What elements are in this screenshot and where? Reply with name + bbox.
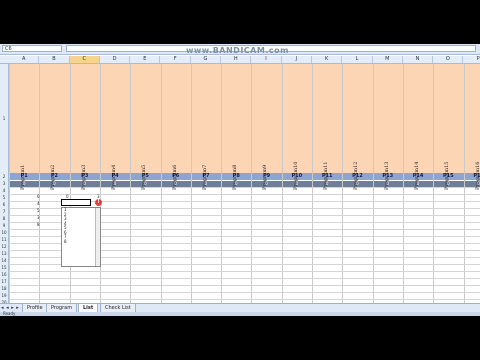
column-header-o[interactable]: O: [433, 56, 464, 63]
program-code-16[interactable]: P16: [464, 173, 480, 180]
row-header-19[interactable]: 19: [0, 292, 9, 299]
zero-value-15[interactable]: 0: [433, 181, 463, 187]
column-header-a[interactable]: A: [9, 56, 40, 63]
cell-a9[interactable]: 8: [37, 222, 40, 227]
column-header-row: ABCDEFGHIJKLMNOP: [0, 56, 480, 64]
zero-value-7[interactable]: 0: [191, 181, 221, 187]
grid-row-line: [9, 187, 480, 188]
program-code-3[interactable]: P3: [70, 173, 100, 180]
program-code-11[interactable]: P11: [312, 173, 342, 180]
zero-value-11[interactable]: 0: [312, 181, 342, 187]
row-header-1[interactable]: 1: [0, 64, 9, 173]
zero-value-4[interactable]: 0: [100, 181, 130, 187]
zero-value-16[interactable]: 0: [464, 181, 480, 187]
name-box[interactable]: C6: [2, 45, 62, 52]
column-header-e[interactable]: E: [130, 56, 161, 63]
grid-row-line: [9, 194, 480, 195]
row-header-16[interactable]: 16: [0, 271, 9, 278]
grid-row-line: [9, 278, 480, 279]
grid-row-line: [9, 271, 480, 272]
program-code-4[interactable]: P4: [100, 173, 130, 180]
zero-value-9[interactable]: 0: [251, 181, 281, 187]
program-code-9[interactable]: P9: [251, 173, 281, 180]
column-header-l[interactable]: L: [342, 56, 373, 63]
zero-value-6[interactable]: 0: [161, 181, 191, 187]
row-header-9[interactable]: 9: [0, 222, 9, 229]
cell-a7[interactable]: 5: [37, 208, 40, 213]
formula-bar: C6 www.BANDICAM.com: [0, 44, 480, 55]
row-header-14[interactable]: 14: [0, 257, 9, 264]
column-header-g[interactable]: G: [191, 56, 222, 63]
row-header-11[interactable]: 11: [0, 236, 9, 243]
row-header-7[interactable]: 7: [0, 208, 9, 215]
column-header-c[interactable]: C: [69, 56, 100, 63]
program-code-8[interactable]: P8: [221, 173, 251, 180]
zero-value-5[interactable]: 0: [130, 181, 160, 187]
status-text: Ready: [3, 311, 16, 316]
column-header-d[interactable]: D: [100, 56, 131, 63]
column-header-n[interactable]: N: [403, 56, 434, 63]
row-header-13[interactable]: 13: [0, 250, 9, 257]
column-header-i[interactable]: I: [251, 56, 282, 63]
validation-dropdown[interactable]: 12345678: [61, 207, 101, 267]
program-code-15[interactable]: P15: [433, 173, 463, 180]
zero-value-2[interactable]: 0: [39, 181, 69, 187]
program-code-12[interactable]: P12: [342, 173, 372, 180]
cell-a5[interactable]: 6: [37, 194, 40, 199]
excel-window: C6 www.BANDICAM.com ABCDEFGHIJKLMNOP 123…: [0, 44, 480, 316]
column-header-b[interactable]: B: [39, 56, 70, 63]
column-header-h[interactable]: H: [221, 56, 252, 63]
row-header-2[interactable]: 2: [0, 173, 9, 181]
cell-a6[interactable]: 4: [37, 201, 40, 206]
bandicam-watermark: www.BANDICAM.com: [186, 46, 289, 55]
column-header-j[interactable]: J: [282, 56, 312, 63]
row-header-6[interactable]: 6: [0, 201, 9, 208]
program-code-7[interactable]: P7: [191, 173, 221, 180]
program-code-13[interactable]: P13: [373, 173, 403, 180]
dropdown-scrollbar[interactable]: [95, 208, 100, 266]
zero-value-1[interactable]: 0: [9, 181, 39, 187]
program-code-1[interactable]: P1: [9, 173, 39, 180]
program-code-14[interactable]: P14: [403, 173, 433, 180]
zero-value-14[interactable]: 0: [403, 181, 433, 187]
grid-row-line: [9, 292, 480, 293]
zero-value-8[interactable]: 0: [221, 181, 251, 187]
row-header-15[interactable]: 15: [0, 264, 9, 271]
program-header-band: [9, 64, 480, 173]
program-code-2[interactable]: P2: [39, 173, 69, 180]
column-header-k[interactable]: K: [312, 56, 343, 63]
column-header-m[interactable]: M: [373, 56, 403, 63]
row-header-17[interactable]: 17: [0, 278, 9, 285]
row-header-10[interactable]: 10: [0, 229, 9, 236]
row-header-4[interactable]: 4: [0, 187, 9, 194]
zero-value-12[interactable]: 0: [342, 181, 372, 187]
row-header-12[interactable]: 12: [0, 243, 9, 250]
status-bar: Ready: [0, 311, 480, 316]
row-header-8[interactable]: 8: [0, 215, 9, 222]
cell-a8[interactable]: 3: [37, 215, 40, 220]
row-header-18[interactable]: 18: [0, 285, 9, 292]
program-code-6[interactable]: P6: [161, 173, 191, 180]
sheet-grid[interactable]: Program1 P1 0 Program2 P2 0 Program3 P3 0 Program…: [9, 64, 480, 314]
active-cell[interactable]: [61, 199, 91, 206]
program-code-5[interactable]: P5: [130, 173, 160, 180]
program-code-10[interactable]: P10: [282, 173, 312, 180]
column-header-f[interactable]: F: [161, 56, 191, 63]
zero-value-13[interactable]: 0: [373, 181, 403, 187]
column-header-p[interactable]: P: [464, 56, 480, 63]
grid-row-line: [9, 299, 480, 300]
zero-value-3[interactable]: 0: [70, 181, 100, 187]
grid-row-line: [9, 285, 480, 286]
error-indicator-icon[interactable]: !: [95, 199, 102, 206]
zero-value-10[interactable]: 0: [282, 181, 312, 187]
row-header-5[interactable]: 5: [0, 194, 9, 201]
